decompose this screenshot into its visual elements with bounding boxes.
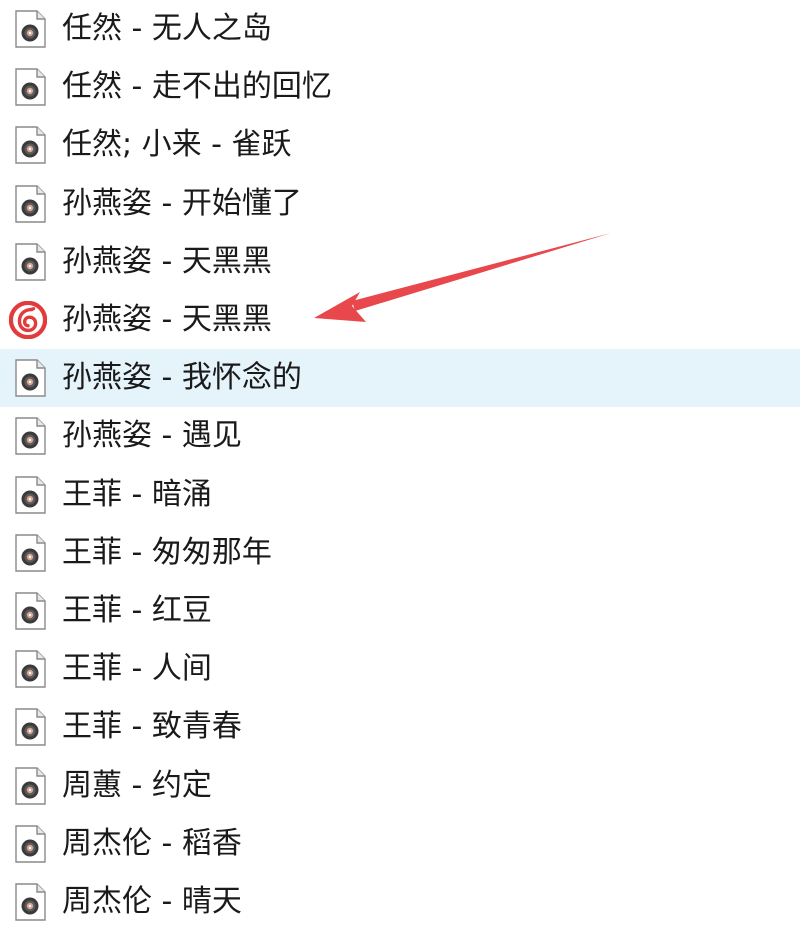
file-row[interactable]: 王菲 - 匆匆那年 xyxy=(0,524,800,582)
file-row[interactable]: 王菲 - 人间 xyxy=(0,640,800,698)
audio-file-icon xyxy=(13,767,47,805)
audio-file-icon xyxy=(13,883,47,921)
file-name: 王菲 - 匆匆那年 xyxy=(62,534,272,570)
file-row[interactable]: 王菲 - 致青春 xyxy=(0,698,800,756)
audio-file-icon xyxy=(13,185,47,223)
audio-file-icon xyxy=(13,476,47,514)
file-name: 任然 - 走不出的回忆 xyxy=(62,69,332,105)
file-row[interactable]: 孙燕姿 - 天黑黑 xyxy=(0,233,800,291)
file-list: 任然 - 无人之岛任然 - 走不出的回忆 任然; 小来 - 雀跃 孙燕姿 - 开始懂… xyxy=(0,0,800,927)
file-name: 王菲 - 人间 xyxy=(62,651,212,687)
audio-file-icon xyxy=(13,650,47,688)
file-row[interactable]: 周杰伦 - 稻香 xyxy=(0,815,800,873)
file-name: 孙燕姿 - 开始懂了 xyxy=(62,185,302,221)
file-name: 任然; 小来 - 雀跃 xyxy=(62,127,292,163)
file-row[interactable]: 孙燕姿 - 天黑黑 xyxy=(0,291,800,349)
file-name: 王菲 - 致青春 xyxy=(62,709,242,745)
file-row[interactable]: 孙燕姿 - 我怀念的 xyxy=(0,349,800,408)
file-row[interactable]: 孙燕姿 - 遇见 xyxy=(0,407,800,465)
file-name: 周蕙 - 约定 xyxy=(62,767,212,803)
file-name: 王菲 - 红豆 xyxy=(62,593,212,628)
file-name: 孙燕姿 - 我怀念的 xyxy=(62,360,302,396)
file-row[interactable]: 任然 - 走不出的回忆 xyxy=(0,58,800,116)
file-row[interactable]: 任然; 小来 - 雀跃 xyxy=(0,116,800,174)
file-name: 周杰伦 - 稻香 xyxy=(62,825,242,861)
file-name: 孙燕姿 - 天黑黑 xyxy=(62,302,272,337)
file-row[interactable]: 周蕙 - 约定 xyxy=(0,757,800,815)
audio-file-icon xyxy=(13,417,47,455)
file-name: 孙燕姿 - 遇见 xyxy=(62,418,242,454)
audio-file-icon xyxy=(13,592,47,630)
file-row[interactable]: 孙燕姿 - 开始懂了 xyxy=(0,175,800,233)
audio-file-icon xyxy=(13,359,47,397)
file-row[interactable]: 周杰伦 - 晴天 xyxy=(0,873,800,931)
netease-music-icon xyxy=(9,301,43,339)
audio-file-icon xyxy=(13,534,47,572)
audio-file-icon xyxy=(13,708,47,746)
file-name: 王菲 - 暗涌 xyxy=(62,476,212,512)
file-name: 孙燕姿 - 天黑黑 xyxy=(62,243,272,279)
audio-file-icon xyxy=(13,10,47,48)
file-row[interactable]: 任然 - 无人之岛 xyxy=(0,0,800,58)
file-name: 周杰伦 - 晴天 xyxy=(62,884,242,919)
audio-file-icon xyxy=(13,825,47,863)
file-row[interactable]: 王菲 - 红豆 xyxy=(0,582,800,640)
audio-file-icon xyxy=(13,68,47,106)
file-row[interactable]: 王菲 - 暗涌 xyxy=(0,466,800,524)
audio-file-icon xyxy=(13,243,47,281)
file-name: 任然 - 无人之岛 xyxy=(62,11,272,46)
audio-file-icon xyxy=(13,126,47,164)
